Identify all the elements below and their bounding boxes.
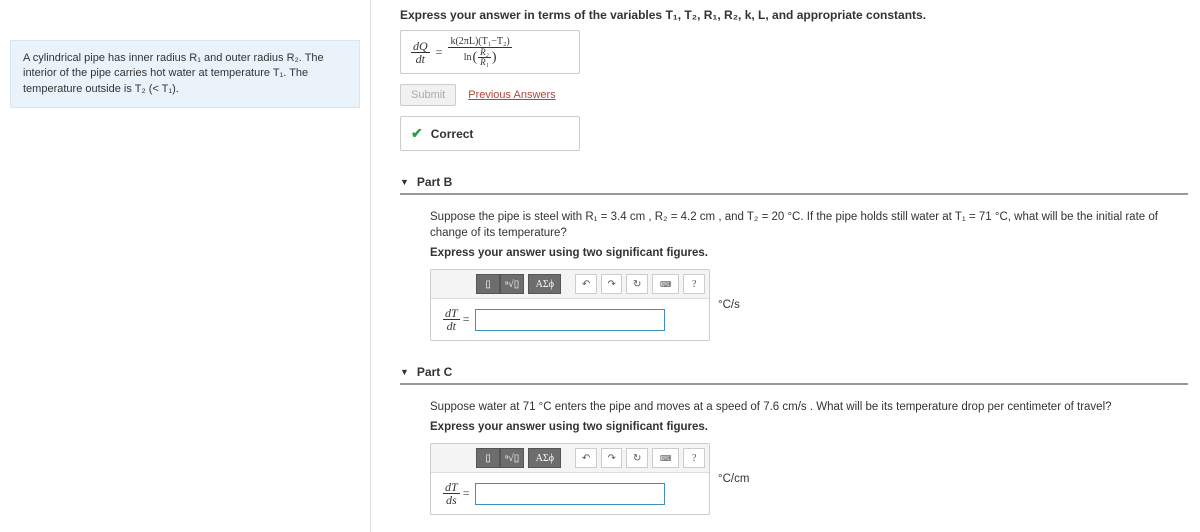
lhs-den: dt [414, 53, 427, 65]
part-b-input-card: ▯ ⁿ√▯ ΑΣϕ ↶ ↷ ↻ ⌨ ? dT dt [430, 269, 710, 341]
help-button[interactable]: ? [683, 448, 705, 468]
equals: = [436, 45, 443, 60]
c-lhs-den: ds [444, 494, 459, 506]
part-c-toolbar: ▯ ⁿ√▯ ΑΣϕ ↶ ↷ ↻ ⌨ ? [431, 444, 709, 473]
correct-feedback: ✔ Correct [400, 116, 580, 151]
check-icon: ✔ [411, 125, 423, 142]
part-c-input-card: ▯ ⁿ√▯ ΑΣϕ ↶ ↷ ↻ ⌨ ? dT ds [430, 443, 710, 515]
part-c-header[interactable]: ▼ Part C [400, 365, 1188, 385]
part-b-instruction: Express your answer using two significan… [430, 247, 1188, 259]
part-b-question: Suppose the pipe is steel with R₁ = 3.4 … [430, 209, 1188, 241]
part-a-instruction: Express your answer in terms of the vari… [400, 8, 1188, 22]
part-a-answer-box: dQ dt = k(2πL)(T₁−T₂) ln ( R₂ R₁ ) [400, 30, 580, 74]
part-b-header[interactable]: ▼ Part B [400, 175, 1188, 195]
rhs-ln: ln [464, 53, 472, 63]
part-a-rhs: k(2πL)(T₁−T₂) ln ( R₂ R₁ ) [448, 37, 511, 67]
b-lhs-den: dt [445, 320, 458, 332]
part-a-lhs: dQ dt [411, 40, 430, 65]
previous-answers-link[interactable]: Previous Answers [468, 89, 555, 101]
greek-button[interactable]: ΑΣϕ [528, 274, 561, 294]
part-c-instruction: Express your answer using two significan… [430, 421, 1188, 433]
submit-button: Submit [400, 84, 456, 106]
undo-button[interactable]: ↶ [575, 448, 597, 468]
column-divider [370, 0, 371, 532]
redo-button[interactable]: ↷ [601, 448, 623, 468]
part-b-body: Suppose the pipe is steel with R₁ = 3.4 … [400, 209, 1188, 341]
part-b-title: Part B [417, 175, 452, 189]
part-b-lhs: dT dt [443, 307, 460, 332]
keyboard-button[interactable]: ⌨ [652, 274, 679, 294]
part-b-answer-input[interactable] [475, 309, 665, 331]
part-c-title: Part C [417, 365, 452, 379]
part-c-body: Suppose water at 71 °C enters the pipe a… [400, 399, 1188, 515]
correct-label: Correct [431, 127, 474, 141]
caret-down-icon: ▼ [400, 367, 409, 377]
part-c-answer-input[interactable] [475, 483, 665, 505]
root-button[interactable]: ⁿ√▯ [500, 448, 524, 468]
help-button[interactable]: ? [683, 274, 705, 294]
undo-button[interactable]: ↶ [575, 274, 597, 294]
templates-button[interactable]: ▯ [476, 274, 500, 294]
root-button[interactable]: ⁿ√▯ [500, 274, 524, 294]
redo-button[interactable]: ↷ [601, 274, 623, 294]
templates-button[interactable]: ▯ [476, 448, 500, 468]
keyboard-button[interactable]: ⌨ [652, 448, 679, 468]
part-c-unit: °C/cm [718, 473, 749, 485]
part-b-unit: °C/s [718, 299, 740, 311]
problem-context: A cylindrical pipe has inner radius R₁ a… [10, 40, 360, 108]
c-equals: = [463, 486, 470, 501]
caret-down-icon: ▼ [400, 177, 409, 187]
reset-button[interactable]: ↻ [626, 448, 648, 468]
rhs-inner-den: R₁ [478, 58, 491, 67]
b-equals: = [463, 312, 470, 327]
part-c-question: Suppose water at 71 °C enters the pipe a… [430, 399, 1188, 415]
part-c-lhs: dT ds [443, 481, 460, 506]
part-b-toolbar: ▯ ⁿ√▯ ΑΣϕ ↶ ↷ ↻ ⌨ ? [431, 270, 709, 299]
greek-button[interactable]: ΑΣϕ [528, 448, 561, 468]
lhs-num: dQ [411, 40, 430, 53]
reset-button[interactable]: ↻ [626, 274, 648, 294]
